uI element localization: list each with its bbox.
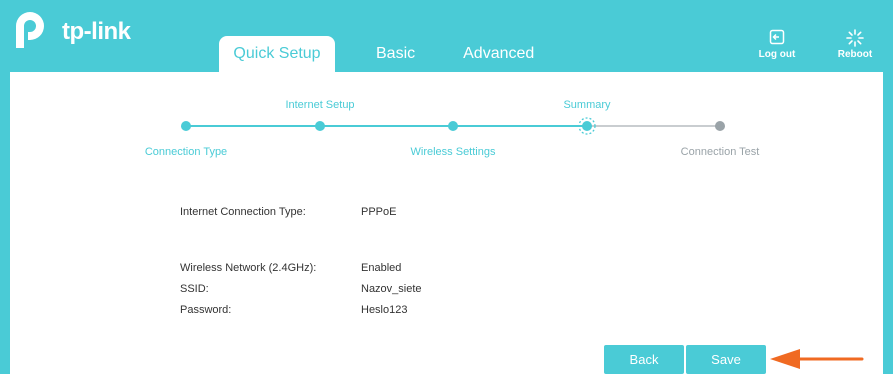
ssid-label: SSID: xyxy=(180,283,209,295)
password-value: Heslo123 xyxy=(361,304,408,316)
back-button[interactable]: Back xyxy=(604,345,684,374)
step-dot-internet-setup xyxy=(315,121,325,131)
step-label-wireless-settings: Wireless Settings xyxy=(410,146,496,158)
step-label-connection-type: Connection Type xyxy=(144,146,228,158)
step-dot-connection-type xyxy=(181,121,191,131)
wireless-network-label: Wireless Network (2.4GHz): xyxy=(180,262,317,274)
ssid-value: Nazov_siete xyxy=(361,283,422,295)
step-dot-wireless-settings xyxy=(448,121,458,131)
step-label-internet-setup: Internet Setup xyxy=(285,99,355,111)
connection-type-value: PPPoE xyxy=(361,206,397,218)
step-label-summary: Summary xyxy=(563,99,611,111)
connection-type-label: Internet Connection Type: xyxy=(180,206,306,218)
save-button[interactable]: Save xyxy=(686,345,766,374)
step-label-connection-test: Connection Test xyxy=(680,146,760,158)
wireless-network-value: Enabled xyxy=(361,262,402,274)
step-dot-connection-test xyxy=(715,121,725,131)
password-label: Password: xyxy=(180,304,232,316)
orange-arrow-icon xyxy=(770,349,864,369)
step-dot-summary xyxy=(582,121,592,131)
